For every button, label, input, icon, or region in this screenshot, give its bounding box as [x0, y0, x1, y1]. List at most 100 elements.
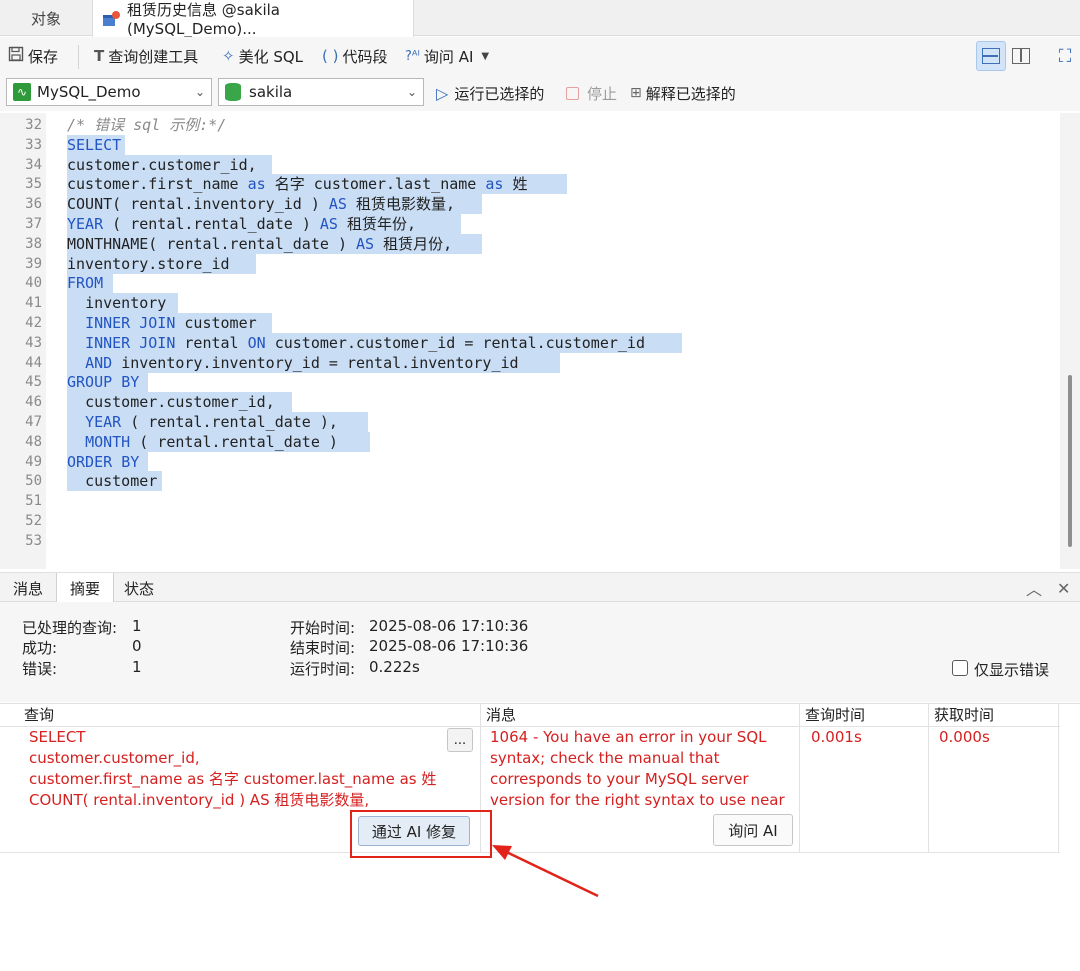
layout-vertical-split-button[interactable] — [1006, 41, 1036, 71]
connection-select[interactable]: ∿ MySQL_Demo ⌄ — [6, 78, 212, 106]
error-value: 1 — [132, 658, 142, 676]
editor-line[interactable]: 36 COUNT( rental.inventory_id ) AS 租赁电影数量… — [0, 194, 1060, 215]
play-icon: ▷ — [436, 83, 449, 103]
editor-line[interactable]: 33 SELECT — [0, 134, 1060, 155]
message-cell-line: syntax; check the manual that — [490, 749, 720, 767]
maximize-button[interactable]: ⛶ — [1050, 41, 1080, 71]
editor-line[interactable]: 52 — [0, 511, 1060, 531]
ask-ai-label: 询问 AI — [423, 47, 474, 66]
code-text: SELECT — [67, 135, 122, 154]
code-snippet-button[interactable]: ( ) 代码段 — [322, 37, 388, 75]
end-time-label: 结束时间: — [290, 639, 356, 657]
line-number: 38 — [25, 235, 42, 252]
explain-selected-button[interactable]: ⊞ 解释已选择的 — [630, 78, 736, 108]
end-time-value: 2025-08-06 17:10:36 — [369, 637, 529, 655]
editor-line[interactable]: 35 customer.first_name as 名字 customer.las… — [0, 174, 1060, 195]
ai-assistant-icon: ?ᴬᴵ — [405, 48, 420, 64]
line-number: 43 — [25, 334, 42, 351]
run-selected-label: 运行已选择的 — [454, 84, 545, 103]
ask-ai-dropdown[interactable]: ?ᴬᴵ 询问 AI ▼ — [405, 37, 489, 75]
editor-scroll-thumb[interactable] — [1068, 375, 1072, 547]
query-toolbar: 保存 T 查询创建工具 ✧ 美化 SQL ( ) 代码段 ?ᴬᴵ 询问 AI ▼… — [0, 37, 1080, 75]
editor-line[interactable]: 46 customer.customer_id, — [0, 392, 1060, 413]
query-cell-line: customer.customer_id, — [29, 749, 200, 767]
line-number: 53 — [25, 532, 42, 549]
code-text: INNER JOIN rental ON customer.customer_i… — [85, 333, 645, 352]
database-select[interactable]: sakila ⌄ — [218, 78, 424, 106]
query-time-cell: 0.001s — [811, 728, 862, 746]
ellipsis-label: ... — [453, 732, 467, 748]
beautify-sql-button[interactable]: ✧ 美化 SQL — [222, 37, 303, 75]
save-button[interactable]: 保存 — [8, 37, 58, 75]
layout-horizontal-split-button[interactable] — [976, 41, 1006, 71]
code-text: YEAR ( rental.rental_date ) AS 租赁年份, — [67, 215, 417, 233]
explain-selected-label: 解释已选择的 — [645, 84, 736, 103]
editor-line[interactable]: 42 INNER JOIN customer — [0, 313, 1060, 333]
message-cell-line: version for the right syntax to use near — [490, 791, 785, 809]
code-text: MONTHNAME( rental.rental_date ) AS 租赁月份, — [67, 234, 453, 253]
expand-query-button[interactable]: ... — [447, 728, 473, 752]
runtime-label: 运行时间: — [290, 660, 356, 678]
save-label: 保存 — [28, 47, 59, 66]
code-text: customer.first_name as 名字 customer.last_… — [67, 175, 528, 194]
line-number: 41 — [25, 295, 42, 312]
summary-panel: 已处理的查询: 1 成功: 0 错误: 1 开始时间: 2025-08-06 1… — [0, 602, 1080, 702]
tab-status-label: 状态 — [123, 579, 154, 598]
column-header-query[interactable]: 查询 — [20, 704, 54, 726]
connection-name: MySQL_Demo — [37, 83, 141, 101]
editor-line[interactable]: 44 AND inventory.inventory_id = rental.i… — [0, 352, 1060, 373]
only-errors-checkbox[interactable] — [952, 660, 968, 676]
query-cell-line: SELECT — [29, 728, 86, 746]
line-number: 37 — [25, 216, 42, 232]
code-text: YEAR ( rental.rental_date ), — [85, 413, 338, 431]
editor-line[interactable]: 45 GROUP BY — [0, 372, 1060, 393]
column-header-fetch-time[interactable]: 获取时间 — [930, 704, 994, 726]
message-cell-line: corresponds to your MySQL server — [490, 770, 749, 788]
close-panel-button[interactable]: ✕ — [1057, 573, 1070, 603]
stop-button[interactable]: 停止 — [566, 78, 617, 108]
beautify-sql-label: 美化 SQL — [238, 47, 304, 66]
sql-editor[interactable]: 32 /* 错误 sql 示例:*/ 33 SELECT 34 customer.cust… — [0, 113, 1060, 569]
editor-line[interactable]: 53 — [0, 531, 1060, 551]
query-builder-button[interactable]: T 查询创建工具 — [94, 37, 198, 75]
only-errors-label[interactable]: 仅显示错误 — [974, 659, 1049, 680]
editor-scrollbar[interactable] — [1060, 113, 1080, 569]
vertical-split-icon — [1012, 48, 1030, 64]
column-header-query-time[interactable]: 查询时间 — [801, 704, 865, 726]
editor-line[interactable]: 40 FROM — [0, 273, 1060, 294]
run-selected-button[interactable]: ▷ 运行已选择的 — [436, 78, 544, 108]
runtime-value: 0.222s — [369, 658, 420, 676]
tab-rental-history-query[interactable]: 租赁历史信息 @sakila (MySQL_Demo)... — [92, 0, 414, 38]
editor-line[interactable]: 47 YEAR ( rental.rental_date ), — [0, 412, 1060, 432]
editor-line[interactable]: 38 MONTHNAME( rental.rental_date ) AS 租赁月… — [0, 233, 1060, 254]
tab-objects[interactable]: 对象 — [0, 0, 92, 36]
query-builder-icon: T — [94, 47, 105, 65]
editor-line[interactable]: 43 INNER JOIN rental ON customer.custome… — [0, 332, 1060, 353]
query-builder-label: 查询创建工具 — [108, 47, 199, 66]
code-text: AND inventory.inventory_id = rental.inve… — [85, 353, 519, 372]
editor-line[interactable]: 48 MONTH ( rental.rental_date ) — [0, 431, 1060, 452]
editor-line[interactable]: 50 customer — [0, 471, 1060, 492]
annotation-arrow — [492, 845, 599, 898]
line-number: 50 — [25, 473, 42, 490]
editor-line[interactable]: 51 — [0, 491, 1060, 511]
editor-line[interactable]: 49 ORDER BY — [0, 451, 1060, 472]
chevron-down-icon: ⌄ — [406, 85, 417, 99]
code-text: COUNT( rental.inventory_id ) AS 租赁电影数量, — [67, 195, 456, 214]
editor-line[interactable]: 39 inventory.store_id — [0, 253, 1060, 274]
tab-summary[interactable]: 摘要 — [56, 573, 114, 604]
editor-line[interactable]: 37 YEAR ( rental.rental_date ) AS 租赁年份, — [0, 214, 1060, 234]
column-header-message[interactable]: 消息 — [482, 704, 516, 726]
editor-line[interactable]: 34 customer.customer_id, — [0, 154, 1060, 175]
tab-status[interactable]: 状态 — [114, 573, 164, 603]
line-number: 36 — [25, 196, 42, 213]
tab-messages[interactable]: 消息 — [0, 573, 56, 603]
editor-line[interactable]: 32 /* 错误 sql 示例:*/ — [0, 115, 1060, 135]
message-cell-line: 1064 - You have an error in your SQL — [490, 728, 767, 746]
chevron-up-icon: ︿ — [1026, 580, 1043, 599]
collapse-panel-button[interactable]: ︿ — [1026, 573, 1042, 603]
code-text: INNER JOIN customer — [85, 314, 257, 332]
ask-ai-button[interactable]: 询问 AI — [713, 814, 793, 846]
code-text: GROUP BY — [67, 373, 140, 392]
editor-line[interactable]: 41 inventory — [0, 293, 1060, 314]
